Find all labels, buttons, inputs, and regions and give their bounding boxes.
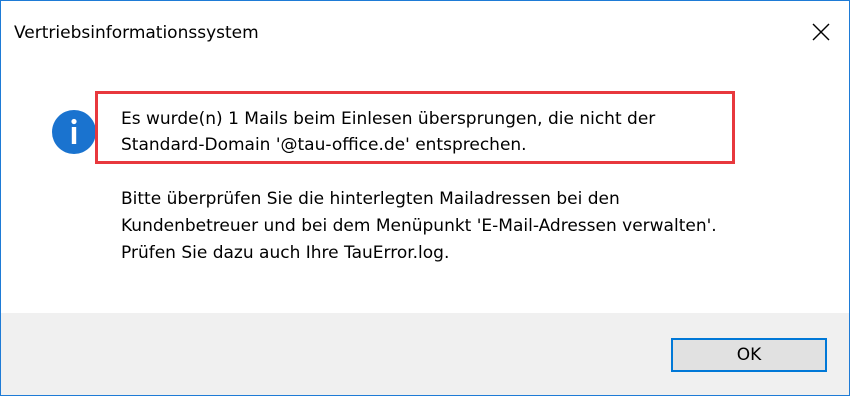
close-icon: [812, 23, 830, 41]
message-line-1: Es wurde(n) 1 Mails beim Einlesen übersp…: [121, 109, 656, 129]
title-bar: Vertriebsinformationssystem: [1, 1, 849, 63]
detail-line-1: Bitte überprüfen Sie die hinterlegten Ma…: [121, 189, 620, 209]
dialog-content: Es wurde(n) 1 Mails beim Einlesen übersp…: [1, 63, 849, 313]
ok-button[interactable]: OK: [671, 338, 827, 372]
window-title: Vertriebsinformationssystem: [14, 23, 259, 43]
message-dialog: Vertriebsinformationssystem Es wurde(n) …: [0, 0, 850, 396]
dialog-footer: OK: [1, 313, 849, 395]
close-button[interactable]: [793, 1, 849, 63]
detail-line-2: Kundenbetreuer und bei dem Menüpunkt 'E-…: [121, 216, 717, 236]
message-line-2: Standard-Domain '@tau-office.de' entspre…: [121, 135, 527, 155]
info-icon: [52, 110, 96, 154]
detail-line-3: Prüfen Sie dazu auch Ihre TauError.log.: [121, 243, 450, 263]
